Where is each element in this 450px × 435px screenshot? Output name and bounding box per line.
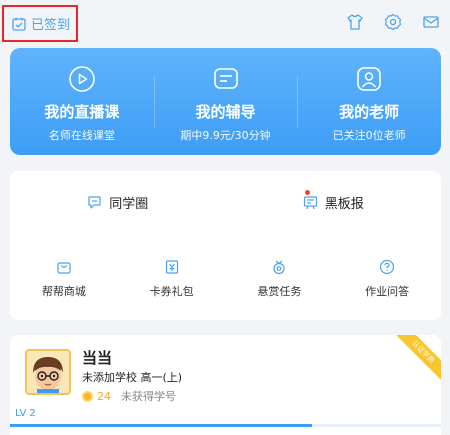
blackboard-entry[interactable]: 黑板报: [226, 189, 442, 212]
tool-label: 帮帮商城: [41, 285, 86, 298]
coin-count: 24: [97, 389, 111, 403]
coupon-icon: [165, 260, 178, 274]
features-panel: 同学圈 黑板报 帮帮商城 卡券礼包 悬赏任务 作业问答: [10, 171, 441, 320]
shirt-icon[interactable]: [346, 13, 364, 31]
feature-label: 黑板报: [324, 196, 364, 212]
notification-dot: [304, 189, 310, 195]
live-course-entry[interactable]: 我的直播课 名师在线课堂: [10, 48, 154, 155]
level-label: LV 2: [15, 408, 36, 419]
tutoring-entry[interactable]: 我的辅导 期中9.9元/30分钟: [153, 48, 298, 155]
checkin-label: 已签到: [31, 18, 71, 33]
classmates-circle-entry[interactable]: 同学圈: [10, 193, 226, 212]
profile-meta: 24 未获得学号: [82, 388, 176, 404]
gear-icon[interactable]: [384, 13, 402, 31]
live-tv-icon: [69, 66, 95, 92]
mall-entry[interactable]: 帮帮商城: [10, 259, 118, 299]
student-id: 未获得学号: [121, 390, 176, 403]
teacher-icon: [357, 67, 381, 91]
calendar-check-icon: [12, 17, 26, 31]
checkin-button[interactable]: 已签到: [2, 5, 78, 42]
tool-label: 卡券礼包: [149, 285, 194, 298]
avatar[interactable]: [25, 349, 71, 395]
level-progress-fill: [10, 424, 312, 427]
level-progress-bar: [10, 424, 441, 427]
reward-task-entry[interactable]: 悬赏任务: [226, 259, 334, 299]
service-title: 我的直播课: [44, 103, 120, 121]
homework-qa-entry[interactable]: 作业问答: [333, 259, 441, 299]
tool-label: 作业问答: [365, 285, 410, 298]
blackboard-icon: [303, 195, 317, 209]
mail-icon[interactable]: [422, 13, 440, 31]
question-icon: [380, 259, 395, 275]
teacher-entry[interactable]: 我的老师 已关注0位老师: [297, 48, 441, 155]
profile-name: 当当: [82, 349, 113, 367]
bag-icon: [57, 262, 71, 274]
service-subtitle: 已关注0位老师: [332, 129, 406, 142]
services-card: 我的直播课 名师在线课堂 我的辅导 期中9.9元/30分钟 我的老师 已关注0位…: [10, 48, 441, 155]
service-subtitle: 名师在线课堂: [48, 129, 115, 142]
chat-icon: [88, 195, 101, 209]
tutoring-icon: [213, 68, 238, 89]
profile-card[interactable]: 当当 未添加学校 高一(上) 24 未获得学号 认证学员 LV 2: [10, 335, 441, 435]
service-subtitle: 期中9.9元/30分钟: [180, 129, 271, 142]
reward-icon: [273, 260, 285, 275]
feature-label: 同学圈: [109, 196, 149, 212]
coin-icon: [82, 390, 93, 402]
service-title: 我的老师: [339, 103, 400, 121]
coupon-entry[interactable]: 卡券礼包: [118, 259, 226, 299]
cartoon-boy-avatar-icon: [27, 351, 69, 393]
profile-school-grade: 未添加学校 高一(上): [82, 371, 183, 384]
service-title: 我的辅导: [195, 103, 256, 121]
certified-ribbon: 认证学员: [389, 335, 441, 386]
top-bar: 已签到: [0, 0, 450, 46]
tool-label: 悬赏任务: [257, 285, 302, 298]
